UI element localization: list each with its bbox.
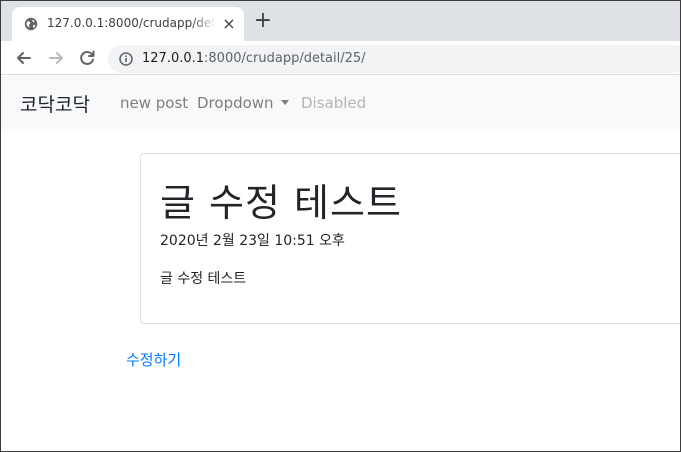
globe-icon	[24, 17, 38, 31]
back-arrow-icon[interactable]	[13, 47, 35, 69]
url-path: :8000/crudapp/detail/25/	[204, 51, 366, 66]
post-body: 글 수정 테스트	[160, 271, 247, 287]
caret-down-icon	[280, 100, 289, 105]
nav-link-disabled: Disabled	[301, 94, 367, 112]
browser-window: 127.0.0.1:8000/crudapp/detail/25/ × + 12…	[0, 0, 681, 452]
reload-icon[interactable]	[76, 47, 98, 69]
close-icon[interactable]: ×	[221, 16, 237, 32]
navbar-brand[interactable]: 코닥코닥	[20, 90, 90, 117]
nav-dropdown-label: Dropdown	[197, 94, 274, 112]
browser-toolbar: 127.0.0.1:8000/crudapp/detail/25/	[1, 41, 680, 75]
tab-title: 127.0.0.1:8000/crudapp/detail/25/	[47, 16, 215, 30]
post-card: 글 수정 테스트 2020년 2월 23일 10:51 오후 글 수정 테스트	[140, 153, 680, 324]
forward-arrow-icon[interactable]	[45, 47, 67, 69]
url-text: 127.0.0.1:8000/crudapp/detail/25/	[142, 51, 366, 66]
edit-link[interactable]: 수정하기	[126, 349, 181, 370]
address-bar[interactable]: 127.0.0.1:8000/crudapp/detail/25/	[108, 45, 680, 73]
nav-link-new-post[interactable]: new post	[120, 94, 188, 112]
browser-tab[interactable]: 127.0.0.1:8000/crudapp/detail/25/ ×	[12, 7, 244, 41]
post-title: 글 수정 테스트	[160, 181, 402, 225]
tab-title-fade	[192, 13, 216, 35]
post-date: 2020년 2월 23일 10:51 오후	[160, 233, 345, 249]
site-navbar: 코닥코닥 new post Dropdown Disabled	[1, 76, 680, 129]
nav-dropdown[interactable]: Dropdown	[197, 94, 289, 112]
new-tab-button[interactable]: +	[253, 10, 273, 32]
url-host: 127.0.0.1	[142, 51, 205, 66]
info-icon[interactable]	[119, 52, 133, 66]
tab-strip: 127.0.0.1:8000/crudapp/detail/25/ × +	[1, 1, 680, 41]
